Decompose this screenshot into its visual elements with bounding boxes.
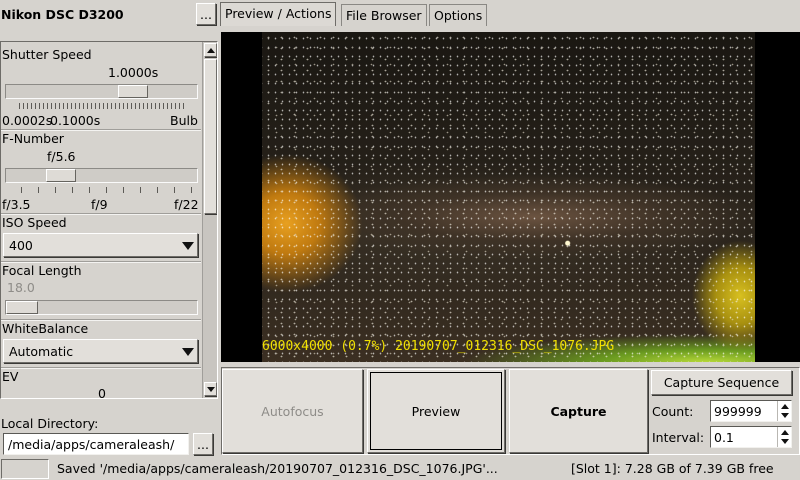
shutter-speed-handle[interactable] — [118, 85, 148, 98]
settings-scrollbar[interactable] — [202, 42, 217, 398]
shutter-speed-slider[interactable] — [5, 84, 198, 99]
arrow-down-icon[interactable] — [781, 439, 789, 444]
browse-directory-button[interactable]: ... — [193, 433, 213, 455]
count-spinner[interactable] — [777, 401, 791, 421]
interval-spinner[interactable] — [777, 427, 791, 447]
preview-button[interactable]: Preview — [367, 369, 505, 453]
arrow-down-icon[interactable] — [781, 413, 789, 418]
tab-preview-actions[interactable]: Preview / Actions — [220, 2, 337, 26]
ev-value: 0 — [98, 386, 106, 399]
iso-speed-value: 400 — [9, 238, 33, 253]
f-number-min: f/3.5 — [2, 197, 31, 212]
f-number-label: F-Number — [2, 131, 64, 146]
focal-length-slider[interactable] — [5, 300, 198, 315]
preview-area: 6000x4000 (0.7%) 20190707_012316_DSC_107… — [221, 32, 800, 362]
settings-panel: Shutter Speed 1.0000s 0.0002s 0.1000s Bu… — [0, 41, 218, 399]
focal-length-handle[interactable] — [6, 301, 38, 314]
f-number-handle[interactable] — [46, 169, 76, 182]
shutter-speed-label: Shutter Speed — [2, 47, 92, 62]
local-directory-label: Local Directory: — [1, 416, 99, 431]
shutter-speed-max: Bulb — [170, 113, 198, 128]
focal-length-label: Focal Length — [2, 263, 82, 278]
scroll-thumb[interactable] — [204, 59, 217, 214]
f-number-slider[interactable] — [5, 168, 198, 183]
interval-label: Interval: — [652, 430, 705, 445]
scroll-down-button[interactable] — [204, 382, 217, 396]
preview-image — [262, 32, 755, 362]
chevron-down-icon — [182, 348, 194, 356]
camera-title: Nikon DSC D3200 — [1, 7, 124, 22]
divider — [1, 367, 201, 369]
f-number-ticks — [21, 187, 196, 193]
status-message: Saved '/media/apps/cameraleash/20190707_… — [57, 461, 498, 476]
capture-button[interactable]: Capture — [509, 369, 648, 453]
arrow-up-icon[interactable] — [781, 404, 789, 409]
status-indicator — [1, 459, 49, 479]
capture-sequence-button[interactable]: Capture Sequence — [651, 370, 792, 395]
f-number-max: f/22 — [174, 197, 199, 212]
count-label: Count: — [652, 404, 694, 419]
white-balance-dropdown[interactable]: Automatic — [3, 339, 198, 363]
arrow-down-icon — [206, 386, 215, 392]
arrow-up-icon — [206, 47, 215, 53]
shutter-speed-ticks — [19, 103, 185, 109]
starfield — [262, 32, 755, 362]
white-balance-value: Automatic — [9, 344, 74, 359]
camera-menu-button[interactable]: ... — [196, 3, 216, 25]
iso-speed-dropdown[interactable]: 400 — [3, 233, 198, 257]
autofocus-button[interactable]: Autofocus — [222, 369, 363, 453]
shutter-speed-value: 1.0000s — [108, 65, 159, 80]
local-directory-input[interactable]: /media/apps/cameraleash/ — [3, 433, 189, 455]
white-balance-label: WhiteBalance — [2, 321, 89, 336]
ev-label: EV — [2, 369, 19, 384]
f-number-value: f/5.6 — [47, 149, 76, 164]
scroll-up-button[interactable] — [204, 43, 217, 57]
f-number-mid: f/9 — [91, 197, 108, 212]
focal-length-value: 18.0 — [7, 280, 35, 295]
shutter-speed-mid: 0.1000s — [50, 113, 101, 128]
iso-speed-label: ISO Speed — [2, 215, 67, 230]
storage-status: [Slot 1]: 7.28 GB of 7.39 GB free — [571, 461, 774, 476]
arrow-up-icon[interactable] — [781, 430, 789, 435]
chevron-down-icon — [182, 242, 194, 250]
tab-options[interactable]: Options — [429, 4, 488, 26]
shutter-speed-min: 0.0002s — [2, 113, 53, 128]
tab-file-browser[interactable]: File Browser — [341, 4, 427, 26]
preview-overlay-text: 6000x4000 (0.7%) 20190707_012316_DSC_107… — [262, 339, 615, 354]
count-input[interactable]: 999999 — [710, 400, 792, 422]
interval-input[interactable]: 0.1 — [710, 426, 792, 448]
